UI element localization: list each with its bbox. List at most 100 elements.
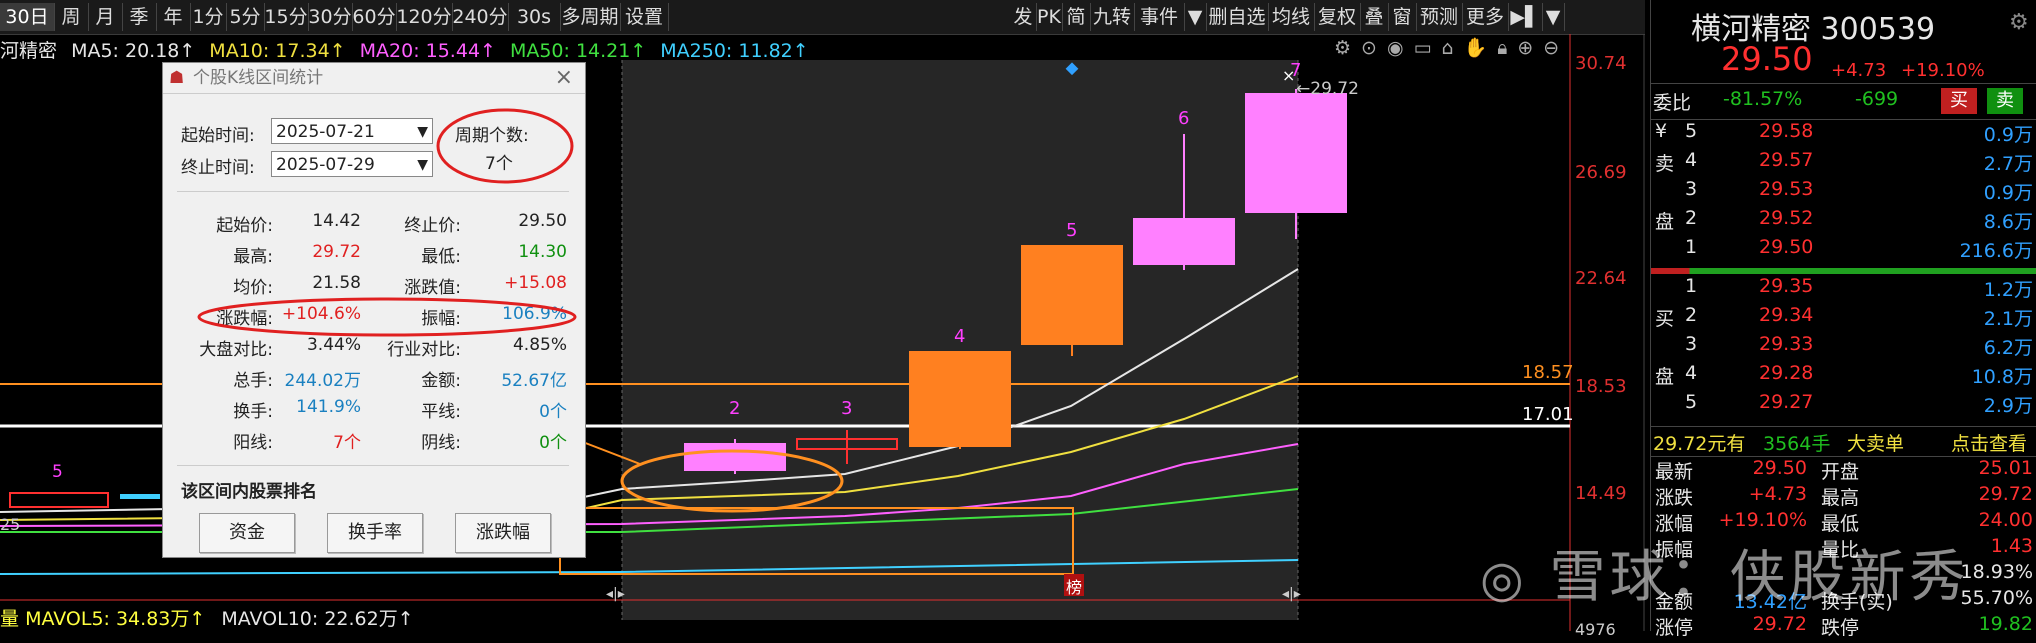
big-order-row[interactable]: 29.72元有 3564手 大卖单 点击查看 — [1651, 429, 2036, 459]
stat-label: 阳线: — [233, 433, 273, 453]
period-button[interactable]: 60分 — [352, 3, 397, 31]
tool-button[interactable]: ▼ — [1542, 3, 1565, 31]
start-time-label: 起始时间: — [181, 126, 255, 146]
stat-value: 7个 — [333, 433, 361, 453]
lock-icon[interactable]: 🔒︎ — [1497, 37, 1517, 59]
order-book-row[interactable]: 1 29.35 1.2万 — [1651, 275, 2036, 305]
settings-icon[interactable]: ⚙ — [1334, 37, 1361, 59]
period-button[interactable]: 30分 — [308, 3, 353, 31]
price-tick-label: 14.49 — [1575, 483, 1627, 504]
tool-button[interactable]: 复权 — [1314, 3, 1361, 31]
period-ellipse — [436, 108, 574, 184]
close-x-icon[interactable]: × — [1282, 66, 1295, 85]
divider — [177, 191, 569, 192]
hand-icon[interactable]: ✋ — [1464, 37, 1498, 59]
order-book-row[interactable]: 买 2 29.34 2.1万 — [1651, 304, 2036, 334]
line-label-18-57: 18.57 — [1522, 362, 1574, 383]
period-button[interactable]: 120分 — [396, 3, 453, 31]
candle-number-label: 5 — [1066, 220, 1078, 241]
candle-number-label: 4 — [954, 326, 966, 347]
period-button[interactable]: 15分 — [264, 3, 309, 31]
period-button[interactable]: 30s — [508, 3, 561, 31]
order-book-row[interactable]: 1 29.50 216.6万 — [1651, 236, 2036, 266]
rank-turnover-button[interactable]: 换手率 — [327, 513, 423, 553]
tool-button[interactable]: 窗 — [1388, 3, 1417, 31]
tool-button[interactable]: ▶▌ — [1508, 3, 1543, 31]
order-book-row[interactable]: 3 29.53 0.9万 — [1651, 178, 2036, 208]
tool-button[interactable]: 删自选 — [1206, 3, 1269, 31]
period-button[interactable]: 1分 — [190, 3, 227, 31]
chevron-down-icon[interactable]: ▼ — [417, 119, 428, 145]
tool-button[interactable]: 叠 — [1360, 3, 1389, 31]
tool-button[interactable]: 九转 — [1090, 3, 1135, 31]
candle-body — [684, 443, 786, 471]
tool-button[interactable]: 均线 — [1268, 3, 1315, 31]
big-order-price: 29.72元有 — [1653, 433, 1746, 455]
depth-ratio-bar — [1651, 268, 2036, 274]
order-book-row[interactable]: ¥5 29.58 0.9万 — [1651, 120, 2036, 150]
stat-label: 涨跌 — [1655, 487, 1694, 509]
period-button[interactable]: 年 — [156, 3, 191, 31]
level-price: 29.34 — [1759, 304, 1814, 326]
selection-marker-right[interactable]: ◂|▸ — [1282, 586, 1301, 602]
archive-icon[interactable]: ▭ — [1414, 37, 1442, 59]
side-char: ¥ — [1655, 120, 1668, 142]
period-button[interactable]: 月 — [88, 3, 123, 31]
stat-value: 29.72 — [1752, 613, 1807, 635]
volume-legend: 量 MAVOL5: 34.83万↑ MAVOL10: 22.62万↑ — [0, 604, 414, 631]
period-button[interactable]: 240分 — [452, 3, 509, 31]
order-book-row[interactable]: 盘 2 29.52 8.6万 — [1651, 207, 2036, 237]
zoom-in-icon[interactable]: ⊕ — [1517, 37, 1543, 59]
stat-value: 29.50 — [518, 211, 567, 231]
chevron-down-icon[interactable]: ▼ — [417, 152, 428, 178]
rank-change-button[interactable]: 涨跌幅 — [455, 513, 551, 553]
order-book-row[interactable]: 5 29.27 2.9万 — [1651, 391, 2036, 421]
target-icon[interactable]: ⊙ — [1361, 37, 1387, 59]
price-tick-label: 30.74 — [1575, 53, 1627, 74]
big-order-qty: 3564手 — [1763, 433, 1831, 455]
level-price: 29.33 — [1759, 333, 1814, 355]
chart-tool-icons[interactable]: ⚙⊙◉▭⌂✋🔒︎⊕⊖ — [1334, 36, 1569, 59]
end-date-picker[interactable]: 2025-07-29 ▼ — [271, 151, 433, 177]
candle-body — [909, 351, 1011, 447]
stat-value: 24.00 — [1978, 509, 2033, 531]
period-button[interactable]: 周 — [54, 3, 89, 31]
selection-marker-left[interactable]: ◂|▸ — [606, 586, 625, 602]
big-order-link[interactable]: 点击查看 — [1951, 429, 2027, 456]
zoom-out-icon[interactable]: ⊖ — [1543, 37, 1569, 59]
eye-icon[interactable]: ◉ — [1387, 37, 1414, 59]
buy-button[interactable]: 买 — [1941, 88, 1977, 114]
stat-value: 18.93% — [1960, 561, 2033, 583]
tool-button[interactable]: 预测 — [1416, 3, 1463, 31]
period-button[interactable]: 5分 — [226, 3, 265, 31]
tool-button[interactable]: 简 — [1062, 3, 1091, 31]
period-button[interactable]: 多周期 — [560, 3, 621, 31]
period-button[interactable]: 30日 — [0, 3, 55, 31]
tool-button[interactable]: 事件 — [1134, 3, 1185, 31]
stat-label: 最高 — [1821, 487, 1860, 509]
range-stats-dialog: ☗ 个股K线区间统计 × 起始时间: 2025-07-21 ▼ 终止时间: 20… — [162, 62, 586, 558]
tool-button[interactable]: 发 — [1010, 3, 1037, 31]
order-book-row[interactable]: 卖 4 29.57 2.7万 — [1651, 149, 2036, 179]
start-date-picker[interactable]: 2025-07-21 ▼ — [271, 118, 433, 144]
dialog-title: 个股K线区间统计 — [193, 68, 324, 88]
left-candle — [9, 492, 109, 508]
sell-button[interactable]: 卖 — [1987, 88, 2023, 114]
trash-icon[interactable]: ⌂ — [1442, 37, 1464, 59]
stat-label: 平线: — [421, 402, 461, 422]
order-book-row[interactable]: 3 29.33 6.2万 — [1651, 333, 2036, 363]
rank-fund-button[interactable]: 资金 — [199, 513, 295, 553]
order-book-row[interactable]: 盘 4 29.28 10.8万 — [1651, 362, 2036, 392]
close-icon[interactable]: × — [555, 63, 573, 93]
level-num: 2 — [1685, 304, 1698, 326]
tool-button[interactable]: PK — [1036, 3, 1063, 31]
tool-button[interactable]: 更多 — [1462, 3, 1509, 31]
price-pct: +19.10% — [1901, 60, 1985, 81]
tool-button[interactable]: ▼ — [1184, 3, 1207, 31]
stat-label: 最低: — [421, 247, 461, 267]
period-button[interactable]: 季 — [122, 3, 157, 31]
settings-gear-icon[interactable]: ⚙ — [2009, 10, 2029, 35]
board-tag[interactable]: 榜 — [1066, 574, 1082, 598]
period-button[interactable]: 设置 — [620, 3, 669, 31]
big-order-type: 大卖单 — [1847, 433, 1905, 455]
